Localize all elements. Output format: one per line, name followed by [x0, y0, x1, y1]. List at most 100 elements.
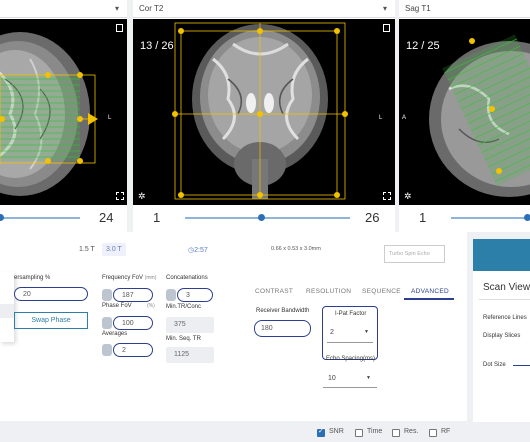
slice-indicator: 12 / 25 [406, 40, 440, 52]
concatenations-value: 3 [186, 292, 190, 299]
caret-down-icon: ▼ [364, 329, 369, 335]
orientation-label: A [402, 115, 407, 121]
expand-icon[interactable] [383, 192, 391, 200]
averages-stepper[interactable] [102, 344, 112, 356]
ipat-group: I-Pat Factor 2 ▼ [322, 306, 378, 360]
phase-fov-unit: (%) [147, 303, 155, 309]
dot-size-slider[interactable] [513, 365, 530, 366]
scan-image[interactable]: 13 / 26 L ✲ [133, 19, 395, 205]
viewport-sagittal[interactable]: Sag T1 12 / 25 A ✲ 1 [399, 0, 530, 232]
freq-fov-unit: (mm) [144, 275, 157, 281]
series-select-value: Sag T1 [405, 4, 431, 13]
popup-menu [0, 272, 14, 342]
receiver-bandwidth-label: Receiver Bandwidth [256, 308, 310, 314]
oversampling-label: ersampling % [14, 275, 51, 281]
slider-thumb[interactable] [524, 214, 530, 221]
snr-label: SNR [329, 428, 344, 435]
series-select[interactable]: Sag T1 [399, 0, 530, 18]
tab-contrast[interactable]: CONTRAST [255, 288, 293, 295]
receiver-bandwidth-value: 180 [261, 325, 273, 332]
phase-fov-input[interactable]: 100 [113, 316, 153, 330]
swap-phase-label: Swap Phase [31, 317, 71, 324]
viewport-axial[interactable]: ▾ L 24 [0, 0, 127, 232]
echo-spacing-label: Echo Spacing(ms) [326, 356, 376, 362]
min-tr-conc-label: Min.TR/Conc [166, 304, 202, 310]
time-checkbox[interactable] [355, 429, 363, 437]
sequence-type-button[interactable]: Turbo Spin Echo [384, 245, 445, 263]
series-select[interactable]: ▾ [0, 0, 127, 18]
slice-start: 1 [153, 210, 161, 225]
viewport-area: ▾ L 24 Cor T2 ▾ 13 / 26 L ✲ 1 26 Sag T1 … [0, 0, 530, 232]
dot-size-label: Dot Size [483, 362, 506, 368]
caret-down-icon: ▼ [366, 375, 371, 381]
freq-fov-value: 187 [122, 292, 134, 299]
phase-fov-stepper[interactable] [102, 317, 112, 329]
time-label: Time [367, 428, 383, 435]
ipat-select[interactable]: 2 ▼ [327, 323, 373, 343]
tab-advanced[interactable]: ADVANCED [411, 288, 449, 295]
series-select[interactable]: Cor T2 ▾ [133, 0, 395, 18]
tab-sequence[interactable]: SEQUENCE [362, 288, 401, 295]
min-seq-tr-text: 1125 [174, 351, 190, 358]
slider-track[interactable] [451, 217, 530, 219]
slice-indicator: 13 / 26 [140, 40, 174, 52]
oversampling-input[interactable]: 20 [14, 287, 88, 301]
min-seq-tr-label: Min. Seq. TR [166, 336, 201, 342]
ipat-label: I-Pat Factor [335, 311, 367, 317]
slider-track[interactable] [0, 217, 80, 219]
scan-image[interactable]: L [0, 19, 127, 205]
slice-start: 1 [419, 210, 427, 225]
settings-icon[interactable]: ✲ [138, 191, 146, 202]
phase-fov-value: 100 [122, 320, 134, 327]
viewport-coronal[interactable]: Cor T2 ▾ 13 / 26 L ✲ 1 26 [133, 0, 395, 232]
scan-image-svg [0, 19, 127, 205]
scan-view-header-bar [473, 239, 530, 271]
slider-thumb[interactable] [0, 214, 4, 221]
freq-fov-label: Frequency FoV [102, 275, 144, 281]
concatenations-input[interactable]: 3 [177, 288, 213, 302]
scan-image[interactable]: 12 / 25 A ✲ [399, 19, 530, 205]
chevron-down-icon: ▾ [382, 4, 387, 13]
res-label: Res. [404, 428, 419, 435]
slider-track[interactable] [185, 217, 350, 219]
freq-fov-stepper[interactable] [102, 289, 112, 301]
concatenations-stepper[interactable] [166, 289, 176, 301]
settings-icon[interactable]: ✲ [404, 191, 412, 202]
slider-thumb[interactable] [258, 214, 265, 221]
expand-icon[interactable] [116, 192, 124, 200]
rf-checkbox[interactable] [429, 429, 437, 437]
averages-label: Averages [102, 331, 128, 337]
reference-lines-label: Reference Lines [483, 315, 527, 321]
res-checkbox[interactable] [392, 429, 400, 437]
snr-checkbox[interactable]: ✓ [317, 428, 325, 437]
freq-fov-input[interactable]: 187 [113, 288, 153, 302]
active-tab-indicator [404, 298, 454, 300]
field-strength-15[interactable]: 1.5 T [79, 246, 95, 253]
copy-icon[interactable] [383, 24, 390, 32]
field-strength-30[interactable]: 3.0 T [102, 243, 126, 256]
echo-spacing-select[interactable]: 10 ▼ [323, 368, 377, 388]
oversampling-value: 20 [23, 291, 31, 298]
parameters-panel: 1.5 T 3.0 T ◷2:57 0.66 x 0.53 x 3.0mm Tu… [0, 232, 467, 421]
averages-value: 2 [122, 347, 126, 354]
time-display: ◷2:57 [188, 246, 208, 254]
slice-slider: 1 26 [133, 205, 395, 232]
scan-view-title: Scan View [483, 282, 530, 293]
series-select-value: Cor T2 [139, 4, 164, 13]
min-tr-conc-value: 375 [166, 317, 214, 333]
scan-view-panel: Scan View Reference Lines Display Slices… [473, 239, 530, 422]
echo-spacing-value: 10 [328, 375, 336, 382]
tab-resolution[interactable]: RESOLUTION [306, 288, 351, 295]
display-slices-label: Display Slices [483, 333, 521, 339]
slice-slider: 24 [0, 205, 127, 232]
parameters-area: 1.5 T 3.0 T ◷2:57 0.66 x 0.53 x 3.0mm Tu… [0, 232, 530, 442]
time-value: 2:57 [194, 247, 208, 254]
swap-phase-button[interactable]: Swap Phase [14, 312, 88, 329]
voxel-size: 0.66 x 0.53 x 3.0mm [271, 246, 321, 252]
copy-icon[interactable] [116, 24, 123, 32]
concatenations-label: Concatenations [166, 275, 208, 281]
menu-item[interactable] [0, 304, 14, 318]
receiver-bandwidth-input[interactable]: 180 [254, 320, 311, 337]
averages-input[interactable]: 2 [113, 343, 153, 357]
min-tr-conc-text: 375 [174, 321, 186, 328]
